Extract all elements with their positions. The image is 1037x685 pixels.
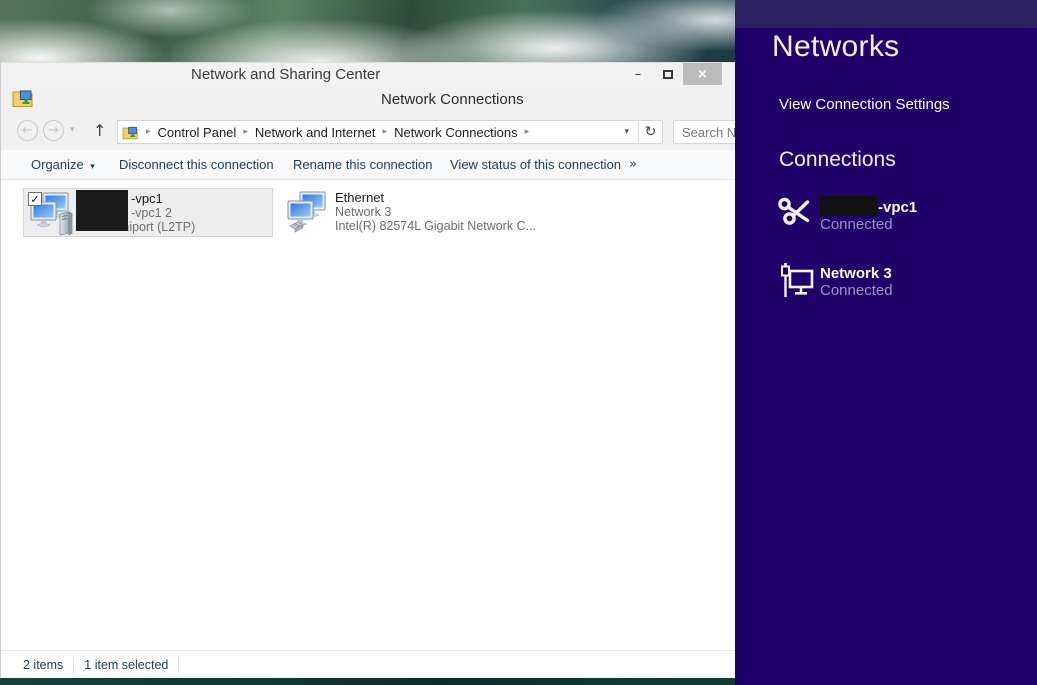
tile-text: Ethernet Network 3 Intel(R) 82574L Gigab… bbox=[335, 190, 531, 233]
forward-button[interactable]: → bbox=[43, 120, 64, 141]
panel-entry-ethernet[interactable]: Network 3 Connected bbox=[820, 265, 893, 299]
address-dropdown-icon[interactable]: ▾ bbox=[615, 127, 638, 137]
connection-network: Network 3 bbox=[335, 205, 531, 219]
vpn-icon bbox=[777, 196, 814, 232]
search-input[interactable]: Search N bbox=[673, 120, 735, 144]
command-bar: Organize ▾ Disconnect this connection Re… bbox=[1, 150, 735, 180]
networks-panel-title: Networks bbox=[772, 30, 899, 64]
window-chrome: Network Connections ← → ▾ ↑ ▸ Control Pa… bbox=[1, 85, 735, 150]
crumb-separator-icon: ▸ bbox=[139, 127, 158, 137]
close-icon: × bbox=[697, 67, 708, 82]
history-dropdown-icon[interactable]: ▾ bbox=[70, 125, 75, 135]
minimize-icon: – bbox=[635, 67, 642, 82]
address-folder-icon[interactable] bbox=[118, 125, 139, 140]
window-controls: – × bbox=[623, 63, 722, 86]
connection-name: Ethernet bbox=[335, 190, 531, 205]
search-placeholder: Search N bbox=[682, 125, 735, 140]
check-icon: ✓ bbox=[30, 193, 39, 206]
redaction-box bbox=[76, 190, 128, 231]
organize-label: Organize bbox=[31, 157, 84, 172]
close-button[interactable]: × bbox=[683, 63, 722, 86]
panel-entry-vpn[interactable]: -vpc1 Connected bbox=[820, 196, 917, 233]
vpn-connection-status: Connected bbox=[820, 216, 917, 233]
up-button[interactable]: ↑ bbox=[93, 121, 106, 140]
connections-section-title: Connections bbox=[779, 148, 896, 172]
crumb-separator-icon: ▸ bbox=[236, 127, 255, 137]
view-status-button[interactable]: View status of this connection bbox=[450, 150, 621, 179]
desktop-wallpaper bbox=[0, 0, 735, 62]
rename-connection-button[interactable]: Rename this connection bbox=[293, 150, 432, 179]
crumb-separator-icon: ▸ bbox=[518, 127, 537, 137]
breadcrumb-network-and-internet[interactable]: Network and Internet bbox=[255, 125, 376, 140]
window-network-sharing-center-titlebar[interactable]: Network and Sharing Center – × bbox=[0, 62, 735, 85]
connection-tile-ethernet[interactable]: Ethernet Network 3 Intel(R) 82574L Gigab… bbox=[284, 188, 534, 237]
ethernet-network-status: Connected bbox=[820, 282, 893, 299]
back-button[interactable]: ← bbox=[17, 120, 38, 141]
ethernet-network-name: Network 3 bbox=[820, 265, 893, 282]
page-title: Network Connections bbox=[381, 91, 524, 108]
organize-menu-button[interactable]: Organize ▾ bbox=[31, 150, 95, 182]
window-network-connections: Network Connections ← → ▾ ↑ ▸ Control Pa… bbox=[0, 85, 735, 678]
desktop: Network and Sharing Center – × Network C… bbox=[0, 0, 1037, 685]
networks-panel-top-strip bbox=[735, 0, 1037, 28]
disconnect-connection-button[interactable]: Disconnect this connection bbox=[119, 150, 274, 179]
vpn-connection-name: -vpc1 bbox=[878, 199, 917, 216]
breadcrumb[interactable]: ▸ Control Panel ▸ Network and Internet ▸… bbox=[117, 120, 663, 144]
window-title: Network and Sharing Center bbox=[191, 66, 380, 83]
refresh-button[interactable]: ↻ bbox=[638, 121, 662, 143]
maximize-icon bbox=[663, 70, 673, 79]
maximize-button[interactable] bbox=[653, 63, 683, 86]
connection-tile-vpn[interactable]: ✓ bbox=[23, 188, 273, 237]
minimize-button[interactable]: – bbox=[623, 63, 653, 86]
view-connection-settings-link[interactable]: View Connection Settings bbox=[779, 96, 950, 113]
redaction-box bbox=[820, 196, 877, 216]
breadcrumb-network-connections[interactable]: Network Connections bbox=[394, 125, 518, 140]
organize-dropdown-icon: ▾ bbox=[87, 162, 94, 172]
desktop-wallpaper-strip bbox=[0, 678, 735, 685]
status-bar: 2 items 1 item selected bbox=[1, 650, 735, 678]
crumb-separator-icon: ▸ bbox=[376, 127, 395, 137]
status-divider bbox=[178, 657, 179, 673]
breadcrumb-control-panel[interactable]: Control Panel bbox=[158, 125, 237, 140]
connection-device: Intel(R) 82574L Gigabit Network C... bbox=[335, 219, 531, 233]
more-commands-button[interactable]: » bbox=[629, 150, 637, 179]
ethernet-icon bbox=[779, 262, 815, 308]
selection-count: 1 item selected bbox=[74, 658, 178, 672]
network-connections-folder-icon bbox=[12, 88, 34, 113]
item-checkbox[interactable]: ✓ bbox=[28, 192, 42, 206]
ethernet-computers-icon bbox=[286, 190, 332, 241]
items-count: 2 items bbox=[1, 658, 73, 672]
networks-panel: Networks View Connection Settings Connec… bbox=[735, 0, 1037, 685]
